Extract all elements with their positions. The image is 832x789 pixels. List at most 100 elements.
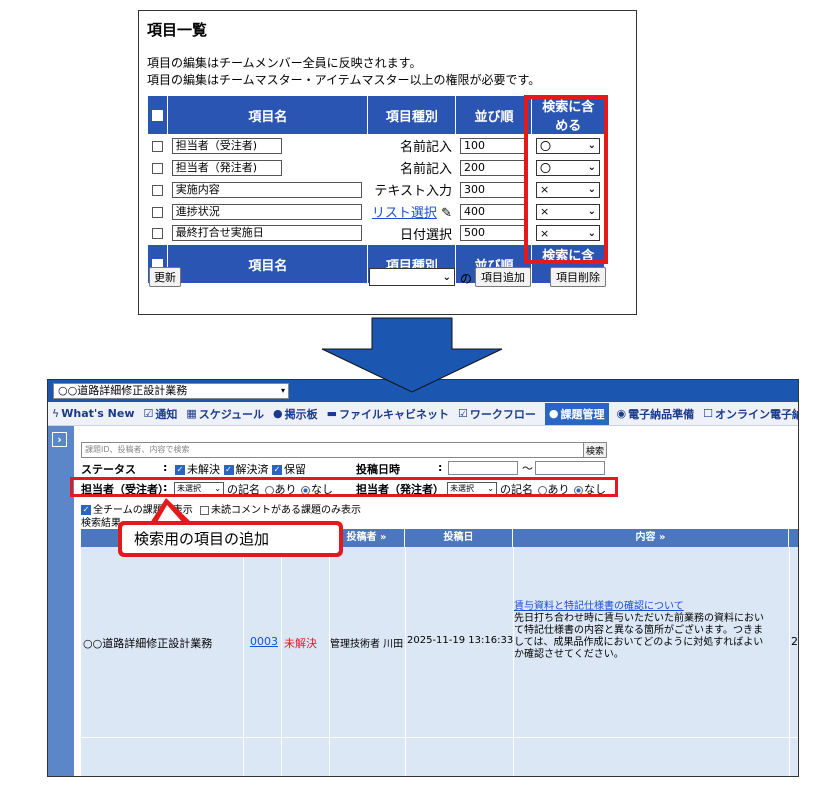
select-all-checkbox[interactable] — [152, 109, 164, 121]
order-input[interactable]: 200 — [459, 159, 528, 176]
order-input[interactable]: 500 — [459, 225, 528, 242]
posted-date-label: 投稿日時 — [356, 463, 400, 476]
description-line-2: 項目の編集はチームマスター・アイテムマスター以上の権限が必要です。 — [147, 73, 541, 87]
bolt-icon: ϟ — [52, 407, 60, 420]
col-order: 並び順 — [455, 95, 533, 135]
panel-title: 項目一覧 — [147, 21, 208, 39]
col-divider — [405, 547, 406, 737]
tilde: 〜 — [522, 462, 533, 475]
col-item-name-footer: 項目名 — [167, 244, 369, 284]
project-name: ○○道路詳細修正設計業務 — [58, 384, 188, 397]
row-content: 賃与資料と特記仕様書の確認について 先日打ち合わせ時に賃与いただいた前業務の資料… — [514, 601, 764, 661]
col-date[interactable]: 投稿日 — [405, 529, 513, 547]
row-checkbox[interactable] — [151, 206, 163, 218]
update-button[interactable]: 更新 — [149, 267, 181, 287]
chat-icon: ● — [273, 407, 283, 420]
item-type-select[interactable]: ⌄ — [369, 268, 455, 286]
row-date: 2025-11-19 13:16:33 — [407, 635, 514, 646]
col-divider — [405, 738, 406, 776]
item-name-input[interactable]: 担当者（発注者) — [171, 159, 282, 176]
item-type: 名前記入 — [367, 156, 456, 179]
item-list-panel: 項目一覧 項目の編集はチームメンバー全員に反映されます。 項目の編集はチームマス… — [138, 10, 637, 315]
item-name-input[interactable]: 進捗状況 — [171, 203, 362, 220]
row-status: 未解決 — [284, 637, 317, 650]
nav-bar: ϟ What's New ☑ 通知 ▦ スケジュール ● 掲示板 ▬ ファイルキャビネット… — [48, 402, 798, 426]
nav-issue-management[interactable]: ● 課題管理 — [544, 402, 609, 425]
table-row[interactable]: ○○道路詳細修正設計業務 0003 未解決 管理技術者 川田 2025-11-1… — [81, 547, 798, 737]
nav-label: 電子納品準備 — [628, 407, 695, 421]
unread-option[interactable]: 未読コメントがある課題のみ表示 — [200, 501, 361, 516]
list-select-link[interactable]: リスト選択 — [372, 206, 437, 221]
edit-icon[interactable]: ✎ — [441, 206, 452, 221]
nav-label: オンライン電子納品 — [714, 407, 798, 421]
search-input[interactable]: 課題ID、投稿者、内容で検索 — [81, 442, 587, 458]
nav-board[interactable]: ● 掲示板 — [273, 406, 318, 422]
of-label: の — [460, 272, 473, 286]
order-input[interactable]: 300 — [459, 181, 528, 198]
col-divider — [243, 547, 244, 737]
row-poster: 管理技術者 川田 — [330, 639, 404, 650]
highlight-box — [70, 477, 618, 497]
project-select[interactable]: ○○道路詳細修正設計業務 ▾ — [53, 383, 289, 399]
checkbox[interactable] — [200, 505, 209, 515]
content-title-link[interactable]: 賃与資料と特記仕様書の確認について — [514, 601, 764, 613]
target-icon: ◉ — [616, 407, 627, 420]
date-from-input[interactable] — [448, 461, 518, 475]
item-name-input[interactable]: 最終打合せ実施日 — [171, 225, 362, 242]
content-body: 先日打ち合わせ時に賃与いただいた前業務の資料において特記仕様書の内容と異なる箇所… — [514, 613, 764, 660]
check-icon[interactable]: ✓ — [175, 465, 185, 475]
row-checkbox[interactable] — [151, 162, 163, 174]
item-name-input[interactable]: 実施内容 — [171, 181, 362, 198]
nav-label: What's New — [61, 407, 135, 420]
col-divider — [243, 738, 244, 776]
square-icon: ☐ — [703, 407, 713, 420]
callout-box: 検索用の項目の追加 — [118, 521, 343, 557]
nav-schedule[interactable]: ▦ スケジュール — [186, 406, 264, 422]
nav-label: 通知 — [155, 407, 178, 421]
description-line-1: 項目の編集はチームメンバー全員に反映されます。 — [147, 56, 422, 70]
row-checkbox[interactable] — [151, 184, 163, 196]
title-bar: ○○道路詳細修正設計業務 ▾ — [48, 380, 798, 402]
issue-id-link[interactable]: 0003 — [250, 635, 278, 648]
order-input[interactable]: 100 — [459, 137, 528, 154]
order-input[interactable]: 400 — [459, 203, 528, 220]
nav-label: スケジュール — [198, 407, 264, 421]
item-name-input[interactable]: 担当者（受注者) — [171, 137, 282, 154]
nav-file-cabinet[interactable]: ▬ ファイルキャビネット — [327, 406, 449, 422]
add-item-button[interactable]: 項目追加 — [475, 267, 531, 287]
item-type: 名前記入 — [367, 134, 456, 157]
nav-label: 掲示板 — [284, 407, 318, 421]
edit-check-icon: ☑ — [458, 407, 468, 420]
col-divider — [281, 547, 282, 737]
callout-text: 検索用の項目の追加 — [122, 525, 339, 553]
chevron-down-icon: ▾ — [280, 386, 285, 395]
nav-online-delivery[interactable]: ☐オンライン電子納品 — [703, 406, 798, 422]
delete-item-button[interactable]: 項目削除 — [550, 267, 606, 287]
status-hold: 保留 — [284, 463, 306, 476]
check-icon[interactable]: ✓ — [272, 465, 282, 475]
row-trailing: 20 — [791, 635, 798, 648]
item-type: 日付選択 — [367, 222, 456, 245]
issue-management-window: ○○道路詳細修正設計業務 ▾ ϟ What's New ☑ 通知 ▦ スケジュール ● 掲… — [47, 379, 799, 777]
col-item-name: 項目名 — [167, 95, 369, 135]
nav-workflow[interactable]: ☑ ワークフロー — [458, 406, 536, 422]
status-unresolved: 未解決 — [187, 463, 220, 476]
nav-whats-new[interactable]: ϟ What's New — [52, 407, 134, 420]
unread-label: 未読コメントがある課題のみ表示 — [211, 505, 361, 516]
nav-delivery-prep[interactable]: ◉ 電子納品準備 — [617, 406, 695, 422]
search-button[interactable]: 検索 — [583, 442, 607, 458]
col-divider — [513, 738, 514, 776]
calendar-icon: ▦ — [186, 407, 197, 420]
row-checkbox[interactable] — [151, 140, 163, 152]
colon: : — [438, 461, 443, 474]
chevron-down-icon: ⌄ — [442, 271, 451, 283]
status-resolved: 解決済 — [235, 463, 269, 476]
expand-chevron-icon[interactable]: › — [52, 432, 67, 447]
nav-notifications[interactable]: ☑ 通知 — [143, 406, 177, 422]
nav-label: ファイルキャビネット — [339, 407, 450, 421]
status-checkboxes: ✓ 未解決 ✓ 解決済 ✓ 保留 — [175, 461, 306, 477]
row-checkbox[interactable] — [151, 228, 163, 240]
check-icon[interactable]: ✓ — [223, 465, 234, 475]
date-to-input[interactable] — [535, 461, 605, 475]
col-content[interactable]: 内容 » — [513, 529, 789, 547]
